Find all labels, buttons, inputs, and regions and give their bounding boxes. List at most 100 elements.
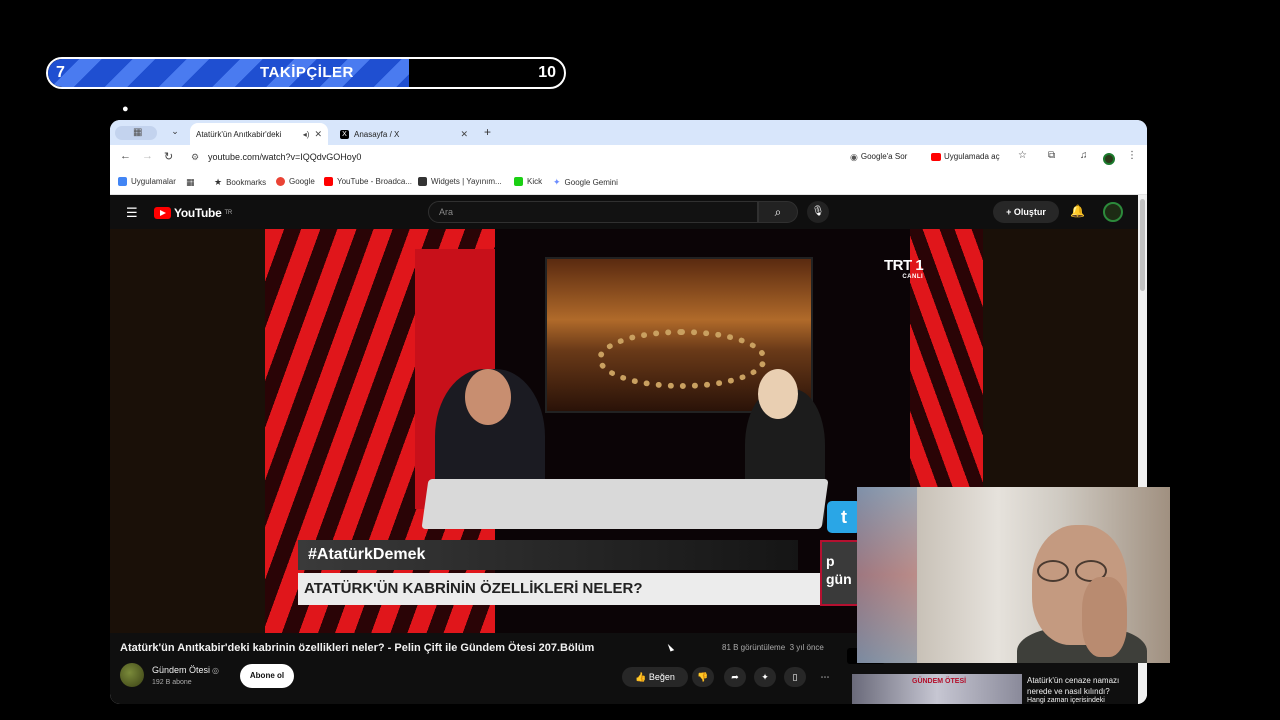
view-count: 81 B görüntüleme — [722, 643, 786, 652]
bookmarks-bar: Uygulamalar ▦ ★ Bookmarks Google YouTube… — [110, 169, 1147, 195]
thumbnail-text: GÜNDEM ÖTESİ — [912, 678, 967, 685]
follower-current-count: 7 — [56, 64, 65, 81]
more-actions-button[interactable]: ⋯ — [814, 667, 836, 687]
google-lens-label: Google'a Sor — [860, 152, 908, 161]
bookmark-label: Kick — [527, 177, 543, 186]
kick-icon — [514, 177, 523, 186]
ask-ai-button[interactable]: ✦ — [754, 667, 776, 687]
more-dots-icon: ⋯ — [820, 672, 830, 682]
tab-groups-icon[interactable]: ▦ — [186, 177, 195, 188]
tab-strip: ▦ ⌄ Atatürk'ün Anıtkabir'deki ◂) ✕ X Ana… — [110, 120, 1147, 206]
bookmark-label: Bookmarks — [226, 178, 267, 187]
dislike-button[interactable]: 👎 — [692, 667, 714, 687]
bookmark-label: Widgets | Yayınım... — [431, 177, 502, 186]
youtube-play-icon — [154, 207, 171, 219]
verified-check-icon: ◎ — [212, 666, 220, 675]
recommended-video-thumbnail[interactable]: GÜNDEM ÖTESİ — [852, 674, 1022, 704]
star-icon: ★ — [214, 177, 223, 187]
thumbs-down-icon: 👎 — [697, 672, 709, 682]
upload-age: 3 yıl önce — [789, 643, 824, 652]
channel-name-link[interactable]: Gündem Ötesi ◎ — [152, 665, 219, 675]
bookmark-widgets[interactable]: Widgets | Yayınım... — [418, 177, 502, 186]
search-input[interactable]: Ara — [428, 201, 758, 223]
profile-avatar[interactable] — [1103, 153, 1115, 165]
sparkle-icon: ✦ — [761, 672, 769, 682]
account-avatar[interactable] — [1103, 202, 1123, 222]
like-label: Beğen — [648, 672, 675, 682]
tab-search-button[interactable]: ▦ — [115, 126, 157, 140]
open-in-app-label: Uygulamada aç — [944, 152, 1000, 161]
tab-title: Atatürk'ün Anıtkabir'deki — [196, 129, 282, 139]
apple-menu-icon[interactable]: ● — [122, 103, 129, 115]
microphone-icon[interactable]: 🎙 — [807, 201, 829, 223]
browser-menu-icon[interactable]: ⋮ — [1127, 150, 1137, 161]
open-in-app-button[interactable]: Uygulamada aç — [931, 150, 1000, 164]
url-text: youtube.com/watch?v=IQQdvGOHoy0 — [208, 152, 362, 162]
scrollbar-thumb[interactable] — [1140, 199, 1145, 291]
close-tab-icon[interactable]: ✕ — [314, 129, 322, 140]
trt1-channel-bug: TRT 1 CANLI — [884, 257, 924, 280]
bookmark-google[interactable]: Google — [276, 177, 315, 186]
recommended-video-title[interactable]: Atatürk'ün cenaze namazı nerede ve nasıl… — [1027, 675, 1137, 697]
video-title: Atatürk'ün Anıtkabir'deki kabrinin özell… — [120, 642, 595, 654]
tab-title: Anasayfa / X — [354, 129, 400, 139]
youtube-logo[interactable]: YouTube TR — [154, 206, 232, 220]
reload-icon[interactable]: ↻ — [164, 150, 173, 163]
like-button[interactable]: 👍 Beğen — [622, 667, 688, 687]
bookmark-kick[interactable]: Kick — [514, 177, 542, 186]
create-button[interactable]: + Oluştur — [993, 201, 1059, 223]
site-info-icon[interactable]: ⚙ — [191, 147, 199, 167]
widgets-icon — [418, 177, 427, 186]
notifications-bell-icon[interactable]: 🔔 — [1070, 204, 1085, 218]
channel-avatar[interactable] — [120, 663, 144, 687]
webcam-background — [857, 487, 917, 663]
back-arrow-icon[interactable]: ← — [120, 150, 131, 162]
browser-toolbar: ← → ↻ ⚙ youtube.com/watch?v=IQQdvGOHoy0 … — [110, 145, 1147, 169]
follower-goal-bar: 7 TAKİPÇİLER 10 — [46, 57, 566, 89]
bookmark-youtube-broadcast[interactable]: YouTube - Broadca... — [324, 177, 412, 186]
bookmark-label: Uygulamalar — [131, 177, 176, 186]
video-lower-third: ATATÜRK'ÜN KABRİNİN ÖZELLİKLERİ NELER? — [298, 573, 838, 605]
save-button[interactable]: ▯ — [784, 667, 806, 687]
media-controls-icon[interactable]: ♫ — [1080, 150, 1088, 161]
search-icon[interactable]: ⌕ — [758, 201, 798, 223]
video-meta: 81 B görüntüleme 3 yıl önce — [722, 643, 824, 652]
new-tab-icon[interactable]: + — [484, 125, 491, 139]
tab-list-dropdown-icon[interactable]: ⌄ — [167, 126, 183, 140]
webcam-person-hand — [1082, 577, 1127, 657]
youtube-app-icon — [931, 153, 941, 161]
subscriber-count: 192 B abone — [152, 679, 192, 686]
x-favicon-icon: X — [340, 129, 349, 139]
bookmark-apps[interactable]: Uygulamalar — [118, 177, 176, 186]
thumbs-up-icon: 👍 — [635, 672, 647, 682]
studio-desk — [421, 479, 829, 529]
youtube-logo-text: YouTube — [174, 206, 222, 220]
follower-progress-fill — [48, 59, 410, 87]
close-tab-icon[interactable]: ✕ — [460, 129, 468, 140]
recommended-video-subtitle: Hangi zaman içerisindeki — [1027, 697, 1105, 704]
channel-bug-text: TRT 1 — [884, 257, 924, 274]
bookmark-icon: ▯ — [792, 672, 798, 682]
speaker-icon[interactable]: ◂) — [303, 130, 310, 139]
gemini-icon: ✦ — [553, 177, 561, 187]
tab-youtube-video[interactable]: Atatürk'ün Anıtkabir'deki ◂) ✕ — [190, 123, 328, 206]
bookmark-bookmarks[interactable]: ★ Bookmarks — [214, 177, 266, 188]
share-button[interactable]: ➦ — [724, 667, 746, 687]
google-lens-button[interactable]: ◉ Google'a Sor — [850, 150, 907, 164]
address-bar[interactable]: ⚙ youtube.com/watch?v=IQQdvGOHoy0 — [188, 147, 908, 167]
follower-goal-count: 10 — [538, 64, 556, 81]
hamburger-menu-icon[interactable]: ☰ — [126, 205, 138, 221]
apps-grid-icon — [118, 177, 127, 186]
create-label: Oluştur — [1013, 207, 1046, 217]
bookmark-label: Google Gemini — [564, 178, 618, 187]
extensions-icon[interactable]: ⧉ — [1048, 150, 1055, 161]
tab-x-home[interactable]: X Anasayfa / X ✕ — [334, 123, 474, 145]
webcam-overlay — [857, 487, 1170, 663]
bookmark-gemini[interactable]: ✦ Google Gemini — [553, 177, 618, 188]
twitter-icon: t — [827, 501, 861, 533]
bookmark-label: YouTube - Broadca... — [337, 177, 413, 186]
bookmark-star-icon[interactable]: ☆ — [1018, 150, 1027, 161]
subscribe-button[interactable]: Abone ol — [240, 664, 294, 688]
forward-arrow-icon[interactable]: → — [142, 150, 153, 162]
channel-bug-live: CANLI — [902, 274, 924, 280]
